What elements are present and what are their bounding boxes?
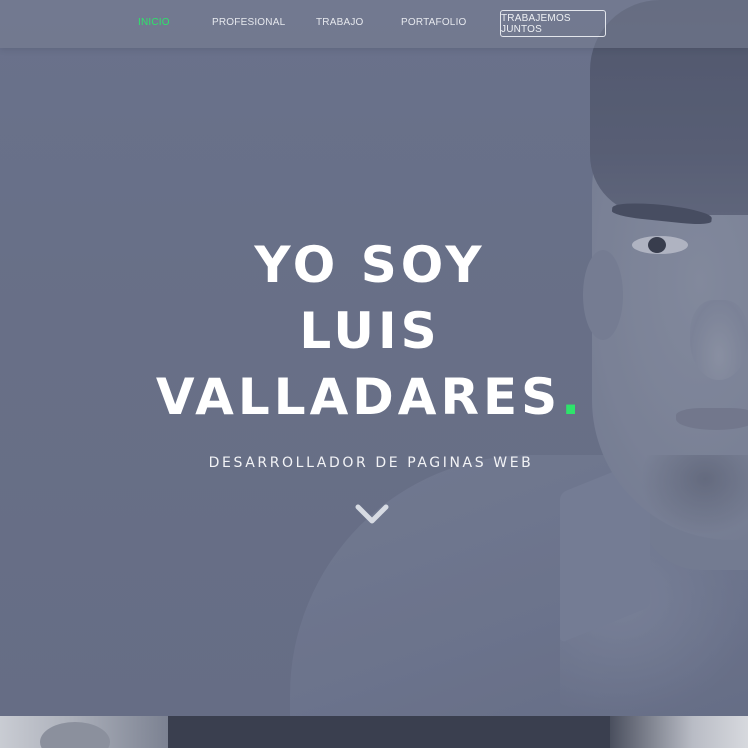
next-section-preview (0, 716, 748, 748)
hero-title-line-3: VALLADARES (155, 368, 562, 426)
nav-link-inicio[interactable]: INICIO (138, 17, 170, 28)
top-navigation: INICIO PROFESIONAL TRABAJO PORTAFOLIO TR… (0, 0, 748, 48)
hero-title: YO SOY LUIS VALLADARES. (140, 232, 600, 430)
scroll-down-button[interactable] (354, 500, 390, 530)
next-section-image-right (610, 716, 748, 748)
nav-link-profesional[interactable]: PROFESIONAL (212, 17, 285, 28)
next-section-image-left (0, 716, 168, 748)
hero-title-line-2: LUIS (299, 302, 441, 360)
hero-section: YO SOY LUIS VALLADARES. DESARROLLADOR DE… (0, 0, 748, 716)
nav-link-portafolio[interactable]: PORTAFOLIO (401, 17, 467, 28)
hero-title-line-1: YO SOY (254, 236, 486, 294)
nav-link-trabajo[interactable]: TRABAJO (316, 17, 364, 28)
hero-title-line-3-wrapper: VALLADARES. (140, 364, 600, 430)
chevron-down-icon (355, 504, 389, 524)
trabajemos-juntos-button[interactable]: TRABAJEMOS JUNTOS (500, 10, 606, 37)
title-accent-dot: . (561, 368, 585, 426)
hero-subtitle: DESARROLLADOR DE PAGINAS WEB (208, 455, 534, 471)
